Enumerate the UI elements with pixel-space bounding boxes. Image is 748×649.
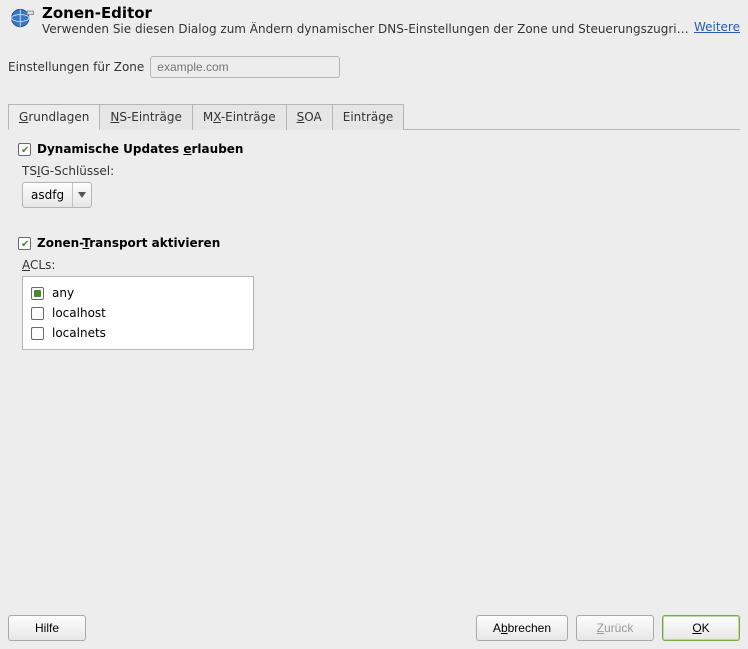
cancel-button[interactable]: Abbrechen: [476, 615, 568, 641]
acl-item-label: localhost: [52, 306, 106, 320]
zone-settings-row: Einstellungen für Zone: [0, 38, 748, 86]
dialog-title: Zonen-Editor: [42, 4, 690, 22]
dialog-footer: Hilfe Abbrechen Zurück OK: [0, 607, 748, 649]
dialog-header: Zonen-Editor Verwenden Sie diesen Dialog…: [0, 0, 748, 38]
tab-2[interactable]: MX-Einträge: [193, 104, 287, 130]
zone-name-input: [150, 56, 340, 78]
acl-item-checkbox[interactable]: [31, 327, 44, 340]
acl-item[interactable]: localnets: [31, 323, 245, 343]
section-zone-transfer: Zonen-Transport aktivieren ACLs: any loca…: [18, 236, 730, 350]
tab-0[interactable]: Grundlagen: [8, 104, 100, 130]
tsig-key-combobox[interactable]: asdfg: [22, 182, 92, 208]
tsig-key-selected: asdfg: [23, 183, 73, 207]
acl-item[interactable]: localhost: [31, 303, 245, 323]
ok-button[interactable]: OK: [662, 615, 740, 641]
tab-1[interactable]: NS-Einträge: [100, 104, 192, 130]
tsig-key-label: TSIG-Schlüssel:: [22, 164, 730, 178]
acls-listbox[interactable]: any localhost localnets: [22, 276, 254, 350]
back-button: Zurück: [576, 615, 654, 641]
chevron-down-icon: [73, 183, 91, 207]
dialog-description: Verwenden Sie diesen Dialog zum Ändern d…: [42, 22, 690, 36]
zone-editor-icon: [8, 4, 36, 32]
tab-bar: GrundlagenNS-EinträgeMX-EinträgeSOAEintr…: [8, 104, 740, 130]
tab-3[interactable]: SOA: [287, 104, 333, 130]
enable-zone-transfer-label: Zonen-Transport aktivieren: [37, 236, 220, 250]
acls-label: ACLs:: [22, 258, 730, 272]
acl-item[interactable]: any: [31, 283, 245, 303]
zone-label: Einstellungen für Zone: [8, 60, 144, 74]
allow-dynamic-updates-label: Dynamische Updates erlauben: [37, 142, 243, 156]
acl-item-label: localnets: [52, 326, 106, 340]
help-button[interactable]: Hilfe: [8, 615, 86, 641]
enable-zone-transfer-checkbox[interactable]: [18, 237, 31, 250]
allow-dynamic-updates-checkbox[interactable]: [18, 143, 31, 156]
acl-item-checkbox[interactable]: [31, 307, 44, 320]
section-dynamic-updates: Dynamische Updates erlauben TSIG-Schlüss…: [18, 142, 730, 208]
tab-content-basics: Dynamische Updates erlauben TSIG-Schlüss…: [8, 130, 740, 607]
more-link[interactable]: Weitere: [694, 20, 740, 36]
acl-item-checkbox[interactable]: [31, 287, 44, 300]
tab-4[interactable]: Einträge: [333, 104, 405, 130]
acl-item-label: any: [52, 286, 74, 300]
